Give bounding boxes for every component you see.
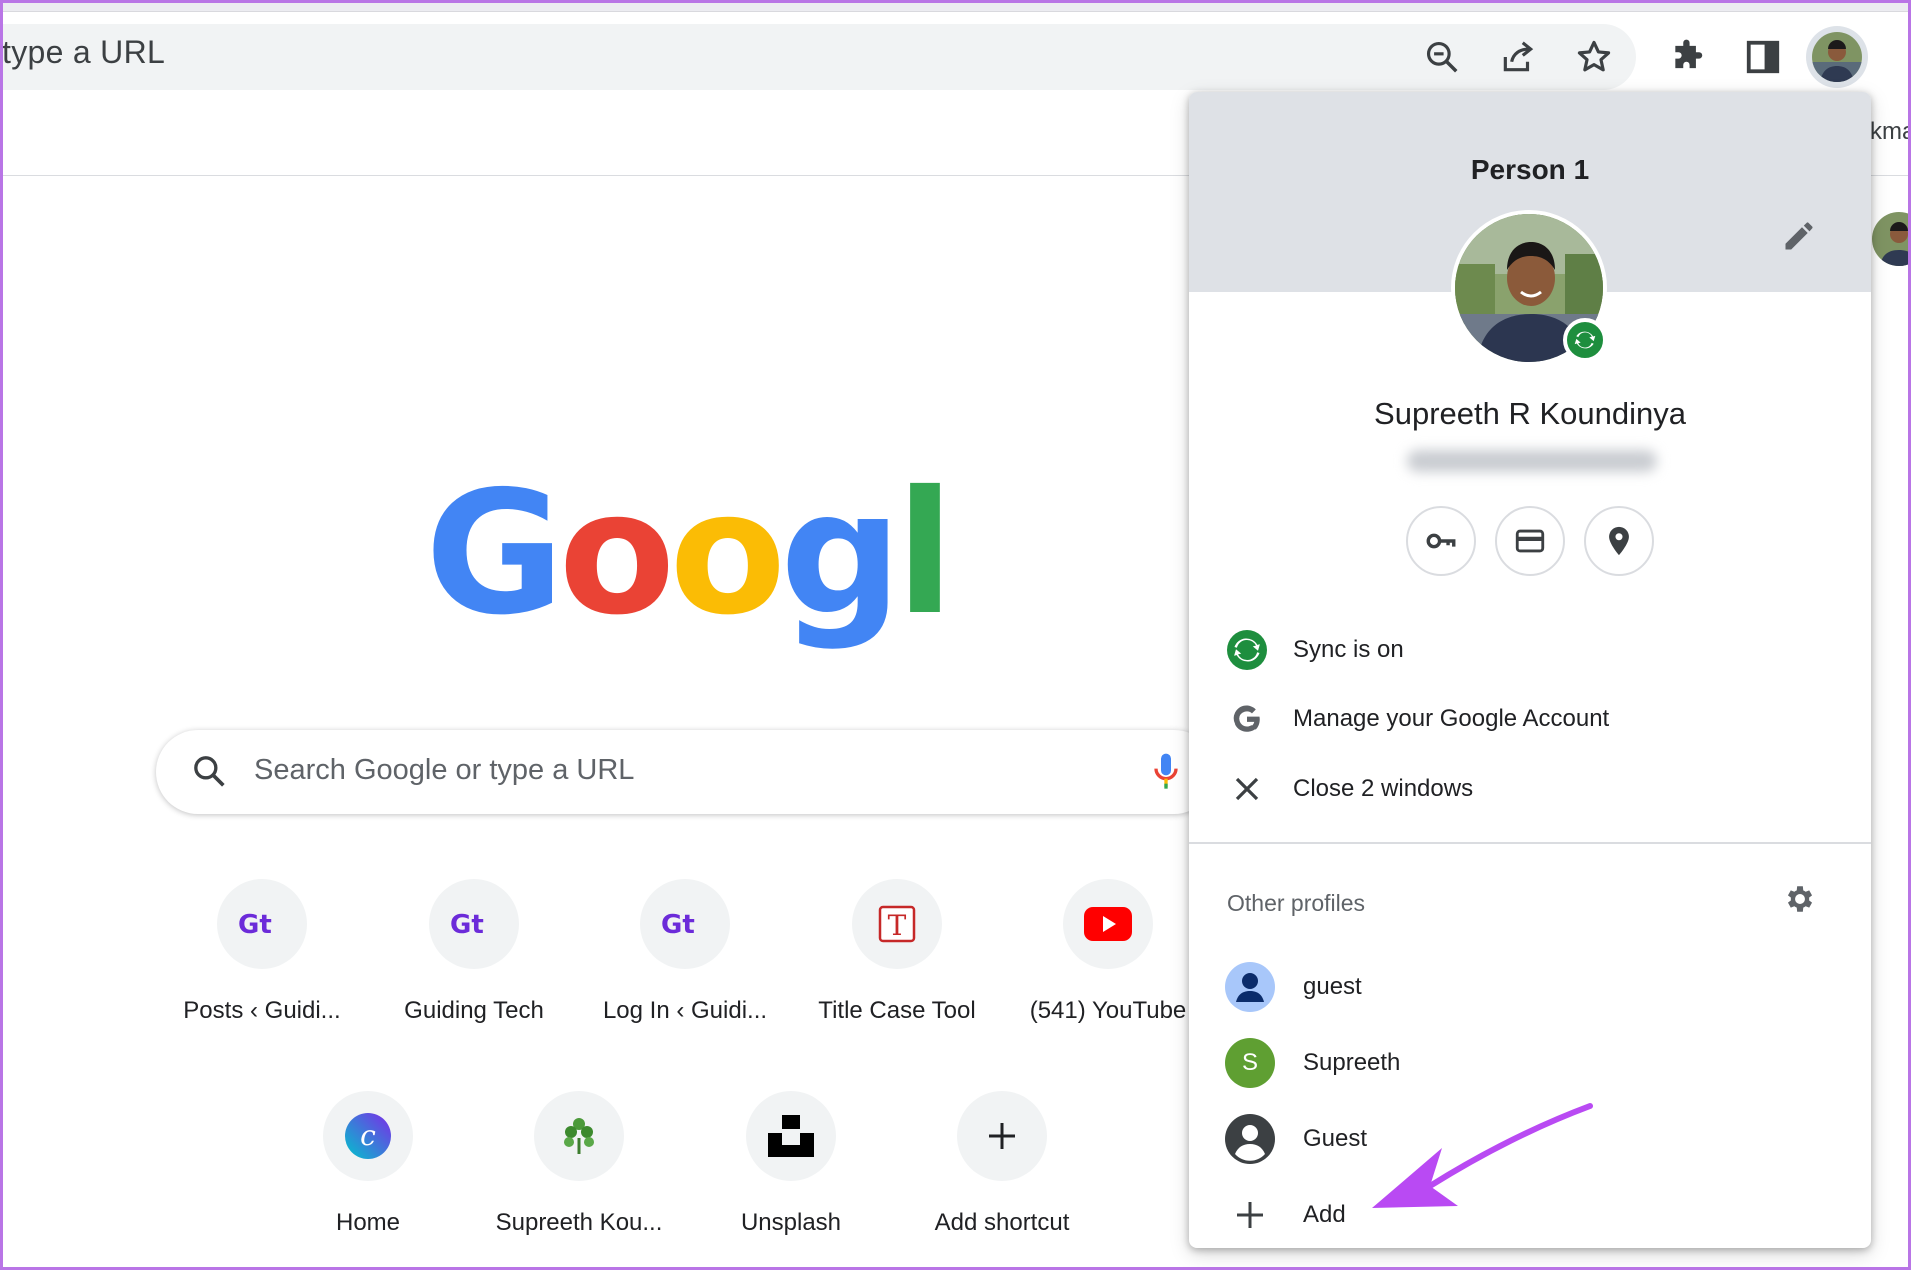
profile-name-label: Supreeth <box>1303 1049 1401 1076</box>
shortcut-label: Unsplash <box>740 1209 842 1236</box>
window-title-strip <box>0 0 1911 12</box>
gear-icon[interactable] <box>1783 882 1817 921</box>
zoom-out-icon[interactable] <box>1418 33 1466 81</box>
avatar-photo-icon <box>1812 32 1862 82</box>
shortcut-tile[interactable]: c Home <box>273 1091 463 1270</box>
ntp-search-box[interactable]: Search Google or type a URL <box>156 730 1216 814</box>
puzzle-icon[interactable] <box>1664 33 1712 81</box>
bookmark-item-fragment[interactable]: kma <box>1870 118 1911 146</box>
shortcut-label: Title Case Tool <box>818 997 976 1024</box>
title-case-icon: T <box>852 879 942 969</box>
omnibox[interactable]: type a URL <box>0 24 1636 90</box>
shortcut-label: Log In ‹ Guidi... <box>602 997 768 1024</box>
svg-text:Google: Google <box>425 462 945 653</box>
shortcut-label: Posts ‹ Guidi... <box>183 997 341 1024</box>
person-icon <box>1225 962 1275 1012</box>
profile-menu: Person 1 Supreeth R Koundinya Sync is on… <box>1189 92 1871 1248</box>
close-icon <box>1225 767 1269 811</box>
profile-name-label: guest <box>1303 973 1362 1000</box>
shortcut-label: Guiding Tech <box>404 997 544 1024</box>
profile-name: Supreeth R Koundinya <box>1374 396 1686 431</box>
close-windows-label: Close 2 windows <box>1293 775 1474 802</box>
search-placeholder: Search Google or type a URL <box>254 754 635 786</box>
search-icon <box>194 756 225 787</box>
plus-icon <box>1225 1190 1275 1240</box>
profile-email-redacted <box>1407 450 1657 472</box>
passwords-button[interactable] <box>1406 506 1476 576</box>
shortcut-label: Supreeth Kou... <box>495 1209 663 1236</box>
sync-label: Sync is on <box>1293 636 1404 663</box>
manage-account-row[interactable]: Manage your Google Account <box>1189 689 1871 749</box>
profile-menu-title: Person 1 <box>1470 154 1590 185</box>
shortcut-tile[interactable]: Supreeth Kou... <box>484 1091 674 1270</box>
plant-icon <box>534 1091 624 1181</box>
shortcut-tile[interactable]: Gt Guiding Tech <box>379 879 569 1069</box>
addresses-button[interactable] <box>1584 506 1654 576</box>
account-circle-icon <box>1225 1114 1275 1164</box>
profile-initial-avatar: S <box>1225 1038 1275 1088</box>
location-pin-icon <box>1609 526 1629 556</box>
other-profiles-heading: Other profiles <box>1227 890 1366 916</box>
add-profile-row[interactable]: Add <box>1189 1184 1871 1246</box>
credit-card-icon <box>1515 529 1545 553</box>
profile-avatar-button[interactable] <box>1806 26 1868 88</box>
manage-account-label: Manage your Google Account <box>1293 705 1610 732</box>
shortcut-tile[interactable]: (541) YouTube <box>1013 879 1203 1069</box>
svg-text:c: c <box>360 1119 376 1152</box>
add-shortcut-tile[interactable]: Add shortcut <box>907 1091 1097 1270</box>
profile-initial: S <box>1241 1049 1258 1076</box>
shortcut-label: Add shortcut <box>934 1209 1070 1236</box>
side-panel-icon[interactable] <box>1739 33 1787 81</box>
microphone-icon[interactable] <box>1146 750 1186 794</box>
profile-row-guest[interactable]: Guest <box>1189 1108 1871 1170</box>
guiding-tech-icon: Gt <box>429 879 519 969</box>
youtube-icon <box>1063 879 1153 969</box>
shortcut-tile[interactable]: T Title Case Tool <box>802 879 992 1069</box>
svg-text:Gt: Gt <box>450 911 484 937</box>
canva-icon: c <box>323 1091 413 1181</box>
sync-row[interactable]: Sync is on <box>1189 620 1871 680</box>
add-profile-label: Add <box>1303 1201 1346 1228</box>
menu-divider <box>1189 842 1871 844</box>
guiding-tech-icon: Gt <box>640 879 730 969</box>
profile-row-guest-lower[interactable]: guest <box>1189 956 1871 1018</box>
shortcut-label: Home <box>335 1209 401 1236</box>
unsplash-icon <box>746 1091 836 1181</box>
sync-icon <box>1225 628 1269 672</box>
shortcut-tile[interactable]: Gt Posts ‹ Guidi... <box>167 879 357 1069</box>
svg-text:T: T <box>888 909 907 942</box>
sync-badge-icon <box>1563 318 1607 362</box>
profile-name-label: Guest <box>1303 1125 1368 1152</box>
payment-methods-button[interactable] <box>1495 506 1565 576</box>
svg-text:Gt: Gt <box>661 911 695 937</box>
svg-text:Gt: Gt <box>238 911 272 937</box>
close-windows-row[interactable]: Close 2 windows <box>1189 759 1871 819</box>
guiding-tech-icon: Gt <box>217 879 307 969</box>
profile-row-supreeth[interactable]: S Supreeth <box>1189 1032 1871 1094</box>
google-g-icon <box>1225 697 1269 741</box>
plus-icon <box>957 1091 1047 1181</box>
share-icon[interactable] <box>1494 33 1542 81</box>
shortcut-tile[interactable]: Unsplash <box>696 1091 886 1270</box>
pencil-icon[interactable] <box>1781 218 1817 259</box>
omnibox-text: type a URL <box>2 34 166 70</box>
star-icon[interactable] <box>1570 33 1618 81</box>
shortcut-label: (541) YouTube <box>1029 997 1187 1024</box>
side-avatar-icon <box>1872 212 1911 271</box>
google-logo: Google <box>425 462 945 653</box>
key-icon <box>1426 533 1456 549</box>
shortcut-tile[interactable]: Gt Log In ‹ Guidi... <box>590 879 780 1069</box>
